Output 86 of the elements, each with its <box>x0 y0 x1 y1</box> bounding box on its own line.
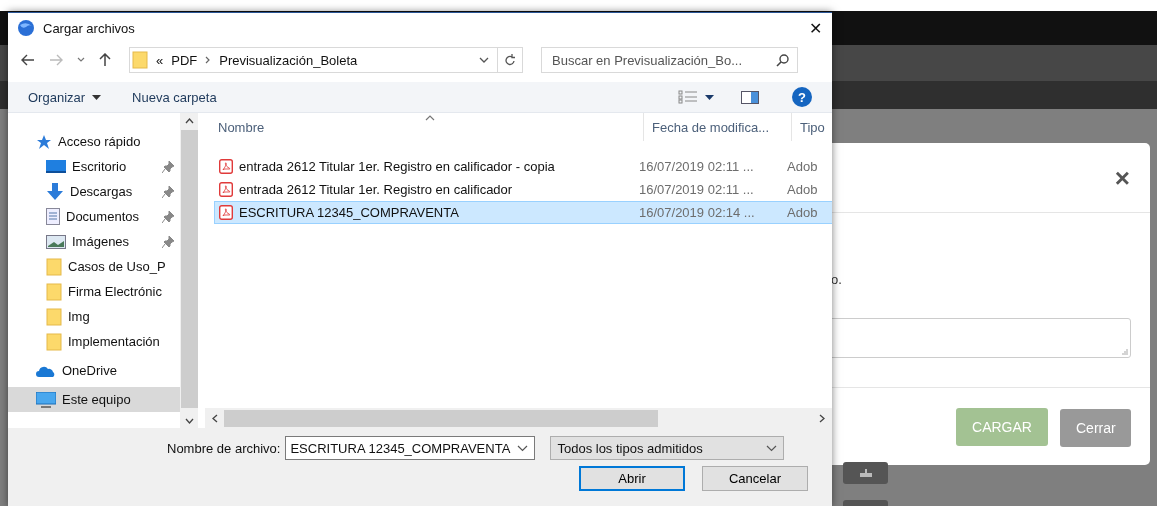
pin-icon[interactable] <box>162 235 174 248</box>
dropdown-caret-icon[interactable] <box>705 94 714 100</box>
sidebar-item[interactable]: Este equipo <box>8 387 180 412</box>
upload-icon <box>859 469 872 477</box>
up-arrow-icon[interactable] <box>99 53 111 67</box>
sidebar-item[interactable]: Firma Electrónic <box>8 279 180 304</box>
new-folder-button[interactable]: Nueva carpeta <box>132 89 217 105</box>
file-row[interactable]: ESCRITURA 12345_COMPRAVENTA 16/07/2019 02:14 ... Adob <box>214 201 832 224</box>
breadcrumb-separator-icon <box>205 56 212 64</box>
chevron-down-icon[interactable] <box>517 444 529 452</box>
file-name: ESCRITURA 12345_COMPRAVENTA <box>239 205 459 220</box>
file-row[interactable]: entrada 2612 Titular 1er. Registro en calificador - copia 16/07/2019 02:11 ... Adob <box>214 155 832 178</box>
document-icon <box>46 208 60 225</box>
scrollbar-thumb[interactable] <box>224 409 658 427</box>
pdf-file-icon <box>219 182 233 197</box>
cloud-icon <box>36 364 56 377</box>
column-header[interactable]: Nombre <box>205 113 643 141</box>
file-date: 16/07/2019 02:14 ... <box>638 205 756 220</box>
file-date: 16/07/2019 02:11 ... <box>638 159 755 174</box>
folder-icon <box>46 332 62 351</box>
file-name-label: Nombre de archivo: <box>167 440 281 456</box>
file-name-field[interactable]: ESCRITURA 12345_COMPRAVENTA <box>285 436 536 460</box>
sidebar-item[interactable]: Descargas <box>8 179 180 204</box>
file-name: entrada 2612 Titular 1er. Registro en calificador - copia <box>239 159 555 174</box>
refresh-icon <box>504 53 516 67</box>
pdf-file-icon <box>219 159 233 174</box>
window-title: Cargar archivos <box>43 20 135 36</box>
overflow-chevron[interactable]: « <box>156 52 164 68</box>
folder-icon <box>46 307 62 326</box>
pin-icon[interactable] <box>162 160 174 173</box>
resize-grip-icon <box>1122 349 1128 355</box>
image-icon <box>46 234 66 249</box>
file-type-dropdown[interactable]: Todos los tipos admitidos <box>550 436 785 460</box>
file-date: 16/07/2019 02:11 ... <box>638 182 755 197</box>
horizontal-scrollbar[interactable] <box>205 408 832 428</box>
sidebar-item[interactable]: Imágenes <box>8 229 180 254</box>
sidebar-item[interactable]: OneDrive <box>8 358 180 383</box>
folder-icon <box>132 51 148 69</box>
chevron-down-icon[interactable] <box>479 56 489 64</box>
address-bar[interactable]: « PDF Previsualización_Boleta <box>129 47 523 73</box>
sidebar-item[interactable]: Img <box>8 304 180 329</box>
scroll-down-icon[interactable] <box>184 418 194 424</box>
modal-text: o. <box>831 272 842 287</box>
chevron-down-icon[interactable] <box>77 57 85 63</box>
breadcrumb[interactable]: Previsualización_Boleta <box>219 52 358 68</box>
sidebar-item[interactable]: Escritorio <box>8 154 180 179</box>
computer-icon <box>36 391 56 408</box>
file-type: Adob <box>787 205 819 220</box>
help-button[interactable]: ? <box>792 87 812 107</box>
sidebar-item[interactable]: Implementación <box>8 329 180 354</box>
file-type: Adob <box>787 159 819 174</box>
pdf-file-icon <box>219 205 233 220</box>
sort-caret-icon <box>425 115 435 121</box>
scroll-right-icon[interactable] <box>819 413 825 423</box>
back-arrow-icon[interactable] <box>21 54 35 66</box>
preview-pane-icon[interactable] <box>741 90 759 104</box>
desktop-icon <box>46 159 66 174</box>
chevron-down-icon <box>766 444 778 452</box>
pin-icon[interactable] <box>162 210 174 223</box>
scroll-up-icon[interactable] <box>184 118 194 124</box>
column-header[interactable]: Tipo <box>791 113 832 141</box>
folder-icon <box>46 257 62 276</box>
dialog-button[interactable]: Cancelar <box>702 466 808 491</box>
dropdown-caret-icon[interactable] <box>92 94 102 100</box>
file-row[interactable]: entrada 2612 Titular 1er. Registro en calificador 16/07/2019 02:11 ... Adob <box>214 178 832 201</box>
dialog-button[interactable]: Abrir <box>579 466 685 491</box>
pin-icon[interactable] <box>162 185 174 198</box>
scroll-left-icon[interactable] <box>212 413 218 423</box>
close-button[interactable]: ✕ <box>809 18 822 38</box>
organize-menu[interactable]: Organizar <box>28 89 86 105</box>
search-field[interactable]: Buscar en Previsualización_Bo... <box>541 47 798 73</box>
download-arrow-icon <box>46 182 64 201</box>
file-name: entrada 2612 Titular 1er. Registro en calificador <box>239 182 513 197</box>
view-list-icon[interactable] <box>678 90 698 104</box>
sidebar-item[interactable]: Casos de Uso_P <box>8 254 180 279</box>
breadcrumb[interactable]: PDF <box>171 52 198 68</box>
folder-icon <box>46 282 62 301</box>
search-icon <box>776 53 789 67</box>
column-header[interactable]: Fecha de modifica... <box>643 113 791 141</box>
file-type: Adob <box>787 182 819 197</box>
close-button[interactable]: × <box>1114 164 1130 191</box>
tile-button[interactable] <box>843 462 888 484</box>
sidebar-item[interactable]: Documentos <box>8 204 180 229</box>
browser-icon <box>17 19 35 37</box>
star-icon <box>36 133 52 150</box>
sidebar-item[interactable]: Acceso rápido <box>8 129 180 154</box>
